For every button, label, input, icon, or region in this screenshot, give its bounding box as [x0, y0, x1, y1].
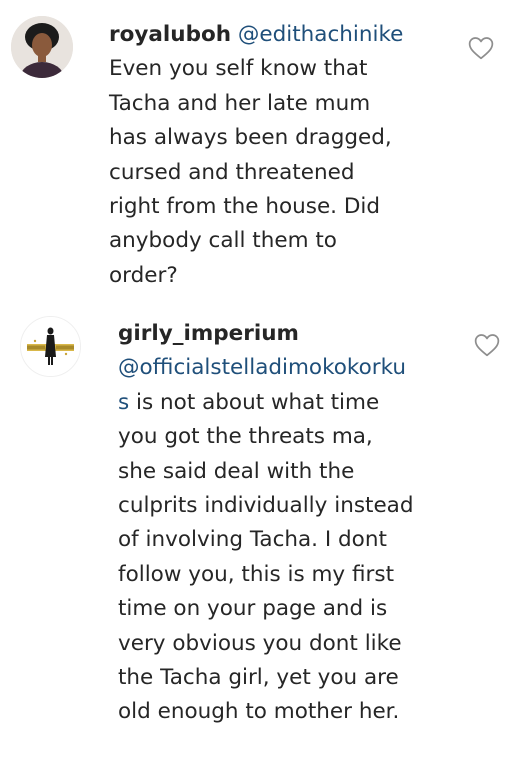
- comment-line: you got the threats ma,: [118, 424, 373, 450]
- comment-line: very obvious you dont like: [118, 630, 402, 656]
- comment-line: culprits individually instead: [118, 493, 414, 519]
- comment-line: the Tacha girl, yet you are: [118, 665, 399, 691]
- comment-line: time on your page and is: [118, 596, 388, 622]
- previous-comment-cutoff: ˘ ˘: [0, 0, 509, 6]
- comment-username[interactable]: girly_imperium: [118, 321, 299, 346]
- avatar-logo-image: [21, 317, 80, 376]
- comment-line: has always been dragged,: [109, 125, 392, 151]
- avatar-image: [11, 16, 73, 78]
- comment-line: old enough to mother her.: [118, 699, 400, 725]
- mention-link[interactable]: @edithachinike: [238, 22, 404, 47]
- comment-line: cursed and threatened: [109, 159, 355, 185]
- avatar[interactable]: [11, 16, 73, 78]
- avatar[interactable]: [20, 316, 81, 377]
- comment-line: anybody call them to: [109, 228, 337, 254]
- comment-line: Tacha and her late mum: [109, 90, 371, 116]
- comment-line: right from the house. Did: [109, 194, 381, 220]
- mention-link-continued[interactable]: s: [118, 390, 129, 415]
- comment-line: is not about what time: [129, 389, 380, 415]
- comment-username[interactable]: royaluboh: [109, 22, 231, 47]
- heart-outline-icon[interactable]: [474, 333, 500, 357]
- comment-line: order?: [109, 262, 178, 288]
- comment-line: of involving Tacha. I dont: [118, 527, 387, 553]
- comment-line: Even you self know that: [109, 56, 368, 82]
- mention-link[interactable]: @officialstelladimokokorku: [118, 355, 406, 380]
- heart-outline-icon[interactable]: [468, 36, 494, 60]
- comment-text: royaluboh @edithachinike Even you self k…: [109, 18, 403, 293]
- comment-line: she said deal with the: [118, 458, 355, 484]
- comment-line: follow you, this is my first: [118, 561, 395, 587]
- comment-text: girly_imperium @officialstelladimokokork…: [118, 317, 414, 730]
